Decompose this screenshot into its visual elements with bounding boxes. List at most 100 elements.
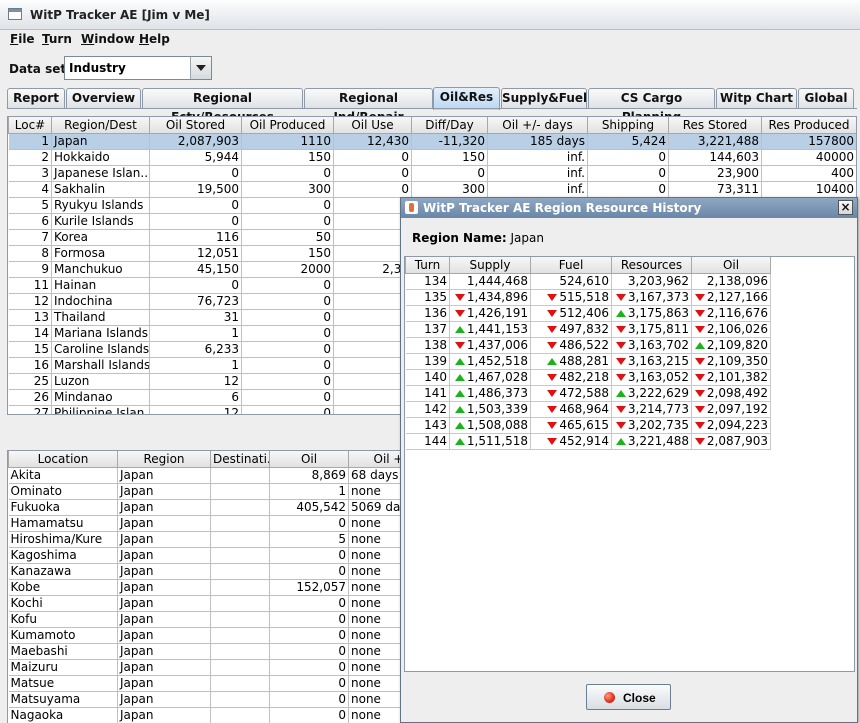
region-name: Region Name: Japan — [412, 231, 544, 245]
table-cell: 2,138,096 — [691, 273, 771, 290]
table-cell: Korea — [51, 229, 150, 246]
table-cell: Kofu — [8, 611, 118, 628]
dropdown-arrow-icon[interactable] — [190, 57, 211, 79]
table-cell: 0 — [149, 213, 242, 230]
table-row[interactable]: 2 Hokkaido 5,944 150 0 150 inf. 0 144,603 40000 — [8, 149, 856, 166]
location-table-panel[interactable]: LocationRegionDestinati...OilOil + Akita… — [7, 450, 402, 723]
tab-oil-res[interactable]: Oil&Res — [433, 87, 500, 110]
table-cell: 2,109,350 — [691, 353, 771, 370]
close-x-icon[interactable]: × — [838, 200, 853, 215]
table-cell: 4 — [8, 181, 52, 198]
table-row[interactable]: 144 1,511,518 452,914 3,221,488 2,087,903 — [405, 433, 771, 450]
tab-global[interactable]: Global — [798, 88, 854, 109]
table-cell: none — [348, 611, 401, 628]
table-row[interactable]: Kofu Japan 0 none — [8, 611, 401, 628]
column-header[interactable]: Oil +/- days — [487, 117, 588, 134]
table-row[interactable]: Fukuoka Japan 405,542 5069 day — [8, 499, 401, 516]
table-row[interactable]: 142 1,503,339 468,964 3,214,773 2,097,192 — [405, 401, 771, 418]
table-row[interactable]: Matsuyama Japan 0 none — [8, 691, 401, 708]
close-button[interactable]: Close — [586, 684, 671, 710]
table-cell: Japan — [117, 691, 211, 708]
table-cell: 50 — [241, 229, 334, 246]
column-header[interactable]: Loc# — [8, 117, 52, 134]
column-header[interactable]: Region/Dest — [51, 117, 150, 134]
table-cell: Hiroshima/Kure — [8, 531, 118, 548]
table-row[interactable]: Kumamoto Japan 0 none — [8, 627, 401, 644]
menu-turn[interactable]: Turn — [42, 32, 72, 46]
dataset-select[interactable]: Industry — [64, 56, 212, 80]
table-row[interactable]: 137 1,441,153 497,832 3,175,811 2,106,026 — [405, 321, 771, 338]
table-row[interactable]: 3 Japanese Islan... 0 0 0 0 inf. 0 23,900 400 — [8, 165, 856, 182]
cell-value: 482,218 — [559, 370, 609, 384]
history-table-panel[interactable]: Turn Supply Fuel Resources Oil 134 1,444,468 5… — [404, 256, 855, 672]
table-row[interactable]: 4 Sakhalin 19,500 300 0 300 inf. 0 73,311 10400 — [8, 181, 856, 198]
column-header[interactable]: Oil — [269, 451, 349, 468]
table-row[interactable]: 134 1,444,468 524,610 3,203,962 2,138,096 — [405, 273, 771, 290]
cell-value: 1,444,468 — [466, 274, 528, 288]
table-row[interactable]: Kagoshima Japan 0 none — [8, 547, 401, 564]
column-header[interactable]: Oil Stored — [149, 117, 242, 134]
table-row[interactable]: 1 Japan 2,087,903 1110 12,430 -11,320 185 days… — [8, 133, 856, 150]
table-row[interactable]: 138 1,437,006 486,522 3,163,702 2,109,820 — [405, 337, 771, 354]
column-header[interactable]: Oil + — [348, 451, 401, 468]
table-row[interactable]: Kobe Japan 152,057 none — [8, 579, 401, 596]
table-row[interactable]: Maebashi Japan 0 none — [8, 643, 401, 660]
column-header[interactable]: Turn — [405, 257, 450, 274]
table-row[interactable]: Ominato Japan 1 none — [8, 483, 401, 500]
column-header[interactable]: Oil — [691, 257, 771, 274]
table-row[interactable]: 139 1,452,518 488,281 3,163,215 2,109,350 — [405, 353, 771, 370]
split-divider[interactable] — [7, 416, 400, 450]
cell-value: 2,097,192 — [706, 402, 768, 416]
table-row[interactable]: Maizuru Japan 0 none — [8, 659, 401, 676]
column-header[interactable]: Resources — [611, 257, 692, 274]
table-cell: 1,426,191 — [449, 305, 531, 322]
menu-file[interactable]: File — [10, 32, 35, 46]
cell-value: 1,511,518 — [466, 434, 528, 448]
column-header[interactable]: Oil Use — [333, 117, 412, 134]
table-cell: Hokkaido — [51, 149, 150, 166]
menu-window[interactable]: Window — [81, 32, 135, 46]
tab-cs-cargo-planning[interactable]: CS Cargo Planning — [588, 88, 715, 124]
table-row[interactable]: Hamamatsu Japan 0 none — [8, 515, 401, 532]
tab-supply-fuel[interactable]: Supply&Fuel — [501, 88, 587, 109]
table-cell: 1110 — [241, 133, 334, 150]
down-arrow-icon — [547, 422, 558, 429]
menu-help[interactable]: Help — [139, 32, 170, 46]
table-row[interactable]: Kochi Japan 0 none — [8, 595, 401, 612]
up-arrow-icon — [454, 374, 465, 381]
table-row[interactable]: 136 1,426,191 512,406 3,175,863 2,116,676 — [405, 305, 771, 322]
table-cell: Kobe — [8, 579, 118, 596]
tab-regional-fcty-resources[interactable]: Regional Fcty/Resources — [142, 88, 303, 124]
column-header[interactable]: Diff/Day — [411, 117, 488, 134]
column-header[interactable]: Res Stored — [668, 117, 762, 134]
column-header[interactable]: Destinati... — [210, 451, 270, 468]
table-cell: 2,127,166 — [691, 289, 771, 306]
table-row[interactable]: 135 1,434,896 515,518 3,167,373 2,127,166 — [405, 289, 771, 306]
tab-witp-chart[interactable]: Witp Chart — [716, 88, 797, 109]
tab-overview[interactable]: Overview — [66, 88, 141, 109]
tab-regional-ind-repair[interactable]: Regional Ind/Repair — [304, 88, 433, 124]
column-header[interactable]: Shipping — [587, 117, 669, 134]
cell-value: 3,222,629 — [627, 386, 689, 400]
column-header[interactable]: Res Produced — [761, 117, 856, 134]
column-header[interactable]: Region — [117, 451, 211, 468]
column-header[interactable]: Fuel — [530, 257, 612, 274]
cell-value: 2,094,223 — [706, 418, 768, 432]
table-row[interactable]: Hiroshima/Kure Japan 5 none — [8, 531, 401, 548]
table-row[interactable]: Akita Japan 8,869 68 days — [8, 467, 401, 484]
table-cell: 2,097,192 — [691, 401, 771, 418]
table-row[interactable]: Matsue Japan 0 none — [8, 675, 401, 692]
column-header[interactable]: Supply — [449, 257, 531, 274]
table-cell: none — [348, 547, 401, 564]
table-row[interactable]: Kanazawa Japan 0 none — [8, 563, 401, 580]
down-arrow-icon — [615, 342, 626, 349]
table-row[interactable]: 140 1,467,028 482,218 3,163,052 2,101,382 — [405, 369, 771, 386]
table-row[interactable]: 141 1,486,373 472,588 3,222,629 2,098,492 — [405, 385, 771, 402]
tab-report[interactable]: Report — [7, 88, 65, 109]
column-header[interactable]: Oil Produced — [241, 117, 334, 134]
table-row[interactable]: Nagaoka Japan 0 none — [8, 707, 401, 723]
down-arrow-icon — [547, 294, 558, 301]
table-cell: 144,603 — [668, 149, 762, 166]
table-row[interactable]: 143 1,508,088 465,615 3,202,735 2,094,223 — [405, 417, 771, 434]
column-header[interactable]: Location — [8, 451, 118, 468]
